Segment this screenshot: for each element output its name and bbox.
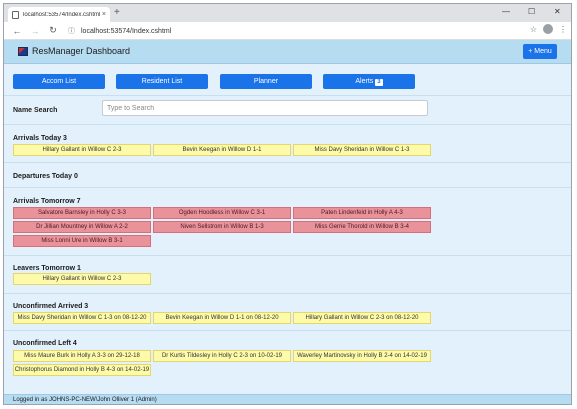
arrivals-tomorrow-list: Salvatore Barnsley in Holly C 3-3 Ogden …: [13, 207, 433, 247]
toolbar-actions: ☆ ⋮: [530, 24, 567, 34]
unconfirmed-left-item[interactable]: Christophorus Diamond in Holly B 4-3 on …: [13, 364, 151, 376]
close-window-icon[interactable]: ✕: [554, 7, 561, 16]
arrivals-today-title: Arrivals Today 3: [13, 135, 67, 142]
browser-tab[interactable]: localhost:53574/Index.cshtml ×: [8, 7, 110, 22]
alerts-count-badge: 3: [375, 79, 383, 86]
tab-title: localhost:53574/Index.cshtml: [23, 11, 101, 18]
accom-list-button[interactable]: Accom List: [13, 74, 105, 89]
arrivals-today-item[interactable]: Miss Davy Sheridan in Willow C 1-3: [293, 144, 431, 156]
reload-icon[interactable]: ↻: [46, 25, 60, 36]
divider: [4, 330, 571, 331]
unconfirmed-left-list: Miss Maure Burk in Holly A 3-3 on 29-12-…: [13, 350, 433, 376]
status-footer: Logged in as JOHNS-PC-NEW\John Olliver 1…: [4, 394, 571, 404]
arrivals-tomorrow-title: Arrivals Tomorrow 7: [13, 198, 81, 205]
unconfirmed-left-item[interactable]: Dr Kurtis Tildesley in Holly C 2-3 on 10…: [153, 350, 291, 362]
divider: [4, 95, 571, 96]
divider: [4, 187, 571, 188]
arrivals-today-item[interactable]: Hillary Gallant in Willow C 2-3: [13, 144, 151, 156]
leavers-tomorrow-title: Leavers Tomorrow 1: [13, 265, 81, 272]
app-body: ResManager Dashboard + Menu Accom List R…: [4, 40, 571, 404]
divider: [4, 162, 571, 163]
unconfirmed-left-item[interactable]: Waverley Martinovsky in Holly B 2-4 on 1…: [293, 350, 431, 362]
alerts-label: Alerts: [355, 78, 374, 85]
name-search-input[interactable]: [102, 100, 428, 116]
arrivals-today-item[interactable]: Bevin Keegan in Willow D 1-1: [153, 144, 291, 156]
planner-button[interactable]: Planner: [220, 74, 312, 89]
page-icon: [12, 10, 19, 19]
tab-strip: localhost:53574/Index.cshtml × + — ☐ ✕: [4, 4, 571, 22]
leavers-tomorrow-item[interactable]: Hillary Gallant in Willow C 2-3: [13, 273, 151, 285]
resident-list-button[interactable]: Resident List: [116, 74, 208, 89]
browser-toolbar: ← → ↻ ⓘ localhost:53574/Index.cshtml ☆ ⋮: [4, 22, 571, 40]
leavers-tomorrow-list: Hillary Gallant in Willow C 2-3: [13, 273, 433, 285]
profile-avatar[interactable]: [543, 24, 553, 34]
logged-in-text: Logged in as JOHNS-PC-NEW\John Olliver 1…: [13, 397, 157, 403]
app-logo: [18, 47, 28, 56]
unconfirmed-arrived-list: Miss Davy Sheridan in Willow C 1-3 on 08…: [13, 312, 433, 324]
unconfirmed-arrived-item[interactable]: Bevin Keegan in Willow D 1-1 on 08-12-20: [153, 312, 291, 324]
arrivals-tomorrow-item[interactable]: Ogden Hoodless in Willow C 3-1: [153, 207, 291, 219]
unconfirmed-left-title: Unconfirmed Left 4: [13, 340, 77, 347]
arrivals-tomorrow-item[interactable]: Niven Sellstrom in Willow B 1-3: [153, 221, 291, 233]
new-tab-icon[interactable]: +: [114, 8, 120, 18]
arrivals-tomorrow-item[interactable]: Miss Lonni Ure in Willow B 3-1: [13, 235, 151, 247]
divider: [4, 293, 571, 294]
alerts-button[interactable]: Alerts 3: [323, 74, 415, 89]
unconfirmed-arrived-title: Unconfirmed Arrived 3: [13, 303, 89, 310]
forward-icon[interactable]: →: [28, 26, 42, 36]
minimize-icon[interactable]: —: [502, 7, 510, 16]
page-title: ResManager Dashboard: [32, 46, 131, 56]
divider: [4, 124, 571, 125]
maximize-icon[interactable]: ☐: [528, 7, 535, 16]
back-icon[interactable]: ←: [10, 26, 24, 36]
url-text[interactable]: localhost:53574/Index.cshtml: [81, 28, 171, 35]
arrivals-tomorrow-item[interactable]: Dr Jillian Mountney in Willow A 2-2: [13, 221, 151, 233]
favorite-star-icon[interactable]: ☆: [530, 25, 537, 34]
arrivals-today-list: Hillary Gallant in Willow C 2-3 Bevin Ke…: [13, 144, 433, 156]
unconfirmed-left-item[interactable]: Miss Maure Burk in Holly A 3-3 on 29-12-…: [13, 350, 151, 362]
menu-button[interactable]: + Menu: [523, 44, 557, 59]
browser-window: localhost:53574/Index.cshtml × + — ☐ ✕ ←…: [3, 3, 572, 405]
address-bar[interactable]: ⓘ localhost:53574/Index.cshtml: [68, 24, 171, 38]
unconfirmed-arrived-item[interactable]: Hillary Gallant in Willow C 2-3 on 08-12…: [293, 312, 431, 324]
arrivals-tomorrow-item[interactable]: Salvatore Barnsley in Holly C 3-3: [13, 207, 151, 219]
more-menu-icon[interactable]: ⋮: [559, 25, 567, 34]
arrivals-tomorrow-item[interactable]: Paten Lindenfeld in Holly A 4-3: [293, 207, 431, 219]
site-info-icon[interactable]: ⓘ: [68, 26, 75, 36]
app-header: ResManager Dashboard + Menu: [4, 40, 571, 64]
departures-today-title: Departures Today 0: [13, 173, 78, 180]
arrivals-tomorrow-item[interactable]: Miss Gerrie Thorold in Willow B 3-4: [293, 221, 431, 233]
divider: [4, 255, 571, 256]
name-search-label: Name Search: [13, 107, 58, 114]
tab-close-icon[interactable]: ×: [102, 11, 106, 18]
unconfirmed-arrived-item[interactable]: Miss Davy Sheridan in Willow C 1-3 on 08…: [13, 312, 151, 324]
